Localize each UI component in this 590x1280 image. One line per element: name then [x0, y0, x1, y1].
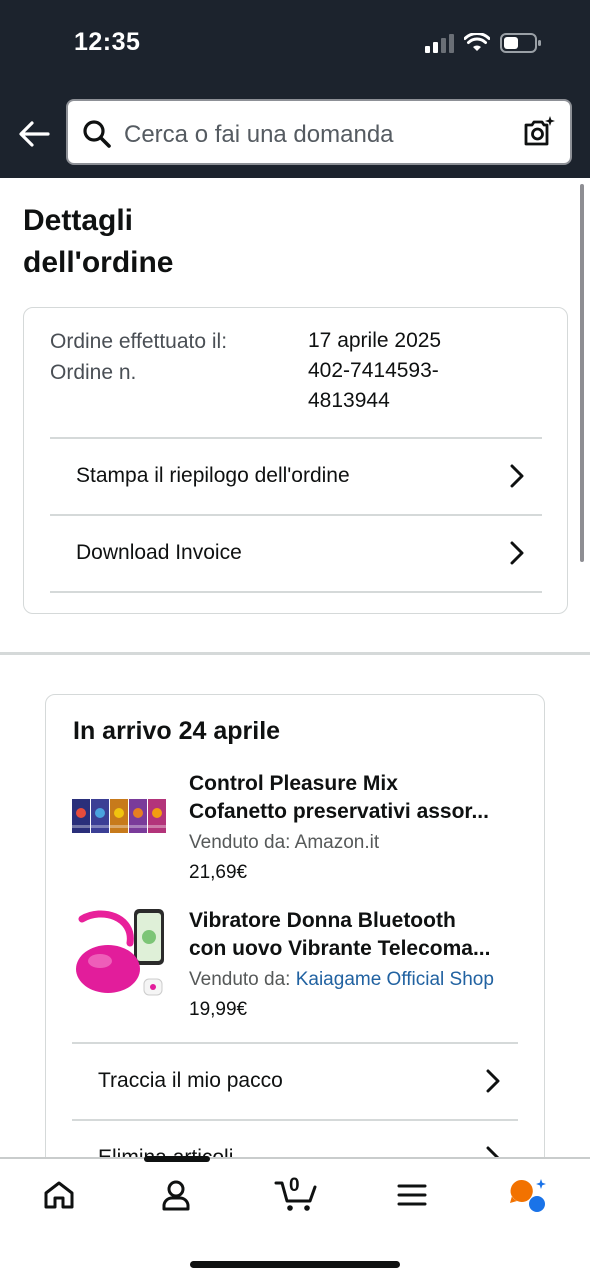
search-bar[interactable]: Cerca o fai una domanda [66, 99, 572, 165]
order-summary-card: Ordine effettuato il: Ordine n. 17 april… [23, 307, 568, 614]
order-number-label: Ordine n. [50, 361, 137, 384]
status-time: 12:35 [74, 28, 141, 56]
active-tab-indicator [144, 1156, 210, 1162]
menu-icon [397, 1184, 427, 1206]
product-name-line: con uovo Vibrante Telecoma... [189, 937, 491, 960]
track-package-label: Traccia il mio pacco [98, 1068, 283, 1092]
product-name[interactable]: Vibratore Donna Bluetooth con uovo Vibra… [189, 907, 519, 963]
divider [50, 591, 542, 593]
seller-name: Amazon.it [294, 832, 380, 853]
back-button[interactable] [16, 116, 52, 152]
battery-icon [500, 33, 541, 53]
delivery-card: In arrivo 24 aprile Control Pleasure Mix… [45, 694, 545, 1174]
product-name-line: Control Pleasure Mix [189, 772, 398, 795]
product-name-line: Vibratore Donna Bluetooth [189, 909, 456, 932]
delivery-title: In arrivo 24 aprile [73, 717, 281, 745]
nav-rufus[interactable] [508, 1175, 548, 1215]
download-invoice-link[interactable]: Download Invoice [50, 514, 542, 591]
search-input[interactable]: Cerca o fai una domanda [124, 121, 394, 149]
seller-label: Venduto da: [189, 969, 296, 990]
order-number-value: 402-7414593- [308, 359, 439, 382]
section-divider [0, 652, 590, 655]
page-title-line: dell'ordine [23, 246, 174, 279]
print-summary-label: Stampa il riepilogo dell'ordine [76, 463, 350, 487]
order-date-label: Ordine effettuato il: [50, 330, 228, 353]
page-title: Dettagli dell'ordine [23, 200, 283, 284]
page-title-line: Dettagli [23, 204, 134, 237]
product-price: 19,99€ [189, 999, 248, 1020]
download-invoice-label: Download Invoice [76, 540, 242, 564]
product-seller: Venduto da: Amazon.it [189, 832, 379, 854]
order-date-value: 17 aprile 2025 [308, 329, 442, 352]
chevron-right-icon [486, 1069, 500, 1092]
cellular-signal-icon [425, 33, 454, 53]
scroll-indicator[interactable] [580, 184, 584, 562]
cart-count-badge: 0 [289, 1175, 300, 1196]
nav-menu[interactable] [392, 1175, 432, 1215]
account-icon [162, 1180, 190, 1211]
print-summary-link[interactable]: Stampa il riepilogo dell'ordine [50, 437, 542, 514]
product-seller: Venduto da: Kaiagame Official Shop [189, 969, 494, 991]
seller-link[interactable]: Kaiagame Official Shop [296, 969, 494, 990]
arrow-left-icon [19, 121, 50, 147]
product-price: 21,69€ [189, 862, 248, 883]
home-icon [44, 1181, 74, 1209]
home-indicator-bar[interactable] [190, 1261, 400, 1268]
track-package-link[interactable]: Traccia il mio pacco [46, 1042, 544, 1119]
seller-label: Venduto da: [189, 832, 295, 853]
product-item[interactable]: Vibratore Donna Bluetooth con uovo Vibra… [46, 907, 544, 1037]
top-header: 12:35 Cerca o fai una domanda [0, 0, 590, 178]
product-name-line: Cofanetto preservativi assor... [189, 800, 489, 823]
order-number-value: 4813944 [308, 389, 390, 412]
product-image-condom-box[interactable] [72, 795, 168, 835]
wifi-icon [464, 33, 490, 51]
product-name[interactable]: Control Pleasure Mix Cofanetto preservat… [189, 770, 519, 826]
nav-account[interactable] [156, 1175, 196, 1215]
rufus-assistant-icon [510, 1179, 546, 1212]
product-image-vibrator[interactable] [72, 907, 170, 1003]
status-icons [425, 32, 542, 54]
product-item[interactable]: Control Pleasure Mix Cofanetto preservat… [46, 770, 544, 890]
nav-home[interactable] [39, 1175, 79, 1215]
camera-search-icon[interactable] [522, 115, 556, 149]
bottom-nav: 0 [0, 1156, 590, 1280]
search-icon [83, 120, 111, 148]
chevron-right-icon [510, 541, 524, 564]
chevron-right-icon [510, 464, 524, 487]
